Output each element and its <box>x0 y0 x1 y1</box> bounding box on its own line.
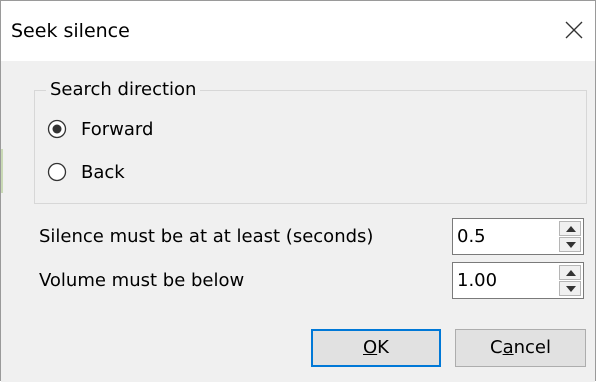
ok-button[interactable]: OK <box>311 329 441 367</box>
title-bar: Seek silence <box>1 1 595 61</box>
volume-label: Volume must be below <box>39 270 245 291</box>
cancel-label-rest: ncel <box>513 337 551 358</box>
volume-spinner[interactable] <box>452 262 584 299</box>
cancel-button[interactable]: Cancel <box>455 329 586 367</box>
radio-forward-label: Forward <box>81 119 154 140</box>
dialog-body: Search direction Forward Back Silence mu… <box>1 61 595 382</box>
chevron-up-icon <box>566 226 576 232</box>
cancel-accelerator: a <box>502 337 514 358</box>
volume-decrement-button[interactable] <box>559 281 581 296</box>
cancel-label-start: C <box>490 337 503 358</box>
silence-length-spin-buttons <box>559 221 581 252</box>
volume-spin-buttons <box>559 265 581 296</box>
chevron-down-icon <box>566 286 576 292</box>
volume-input[interactable] <box>457 269 552 293</box>
silence-length-label: Silence must be at at least (seconds) <box>39 226 374 247</box>
radio-selected-icon <box>47 119 67 139</box>
silence-length-decrement-button[interactable] <box>559 237 581 252</box>
search-direction-legend: Search direction <box>46 78 201 102</box>
ok-label-rest: K <box>377 337 389 358</box>
chevron-up-icon <box>566 270 576 276</box>
search-direction-group: Search direction Forward Back <box>34 78 587 204</box>
seek-silence-dialog: Seek silence Search direction Forward Ba… <box>0 0 596 382</box>
silence-length-spinner[interactable] <box>452 218 584 255</box>
radio-back-label: Back <box>81 162 125 183</box>
close-button[interactable] <box>557 13 591 47</box>
chevron-down-icon <box>566 242 576 248</box>
window-edge-accent <box>1 149 3 193</box>
close-icon <box>565 21 583 39</box>
silence-length-input[interactable] <box>457 225 552 249</box>
radio-unselected-icon <box>47 162 67 182</box>
volume-increment-button[interactable] <box>559 265 581 280</box>
ok-accelerator: O <box>363 337 378 358</box>
silence-length-increment-button[interactable] <box>559 221 581 236</box>
dialog-title: Seek silence <box>11 20 130 42</box>
